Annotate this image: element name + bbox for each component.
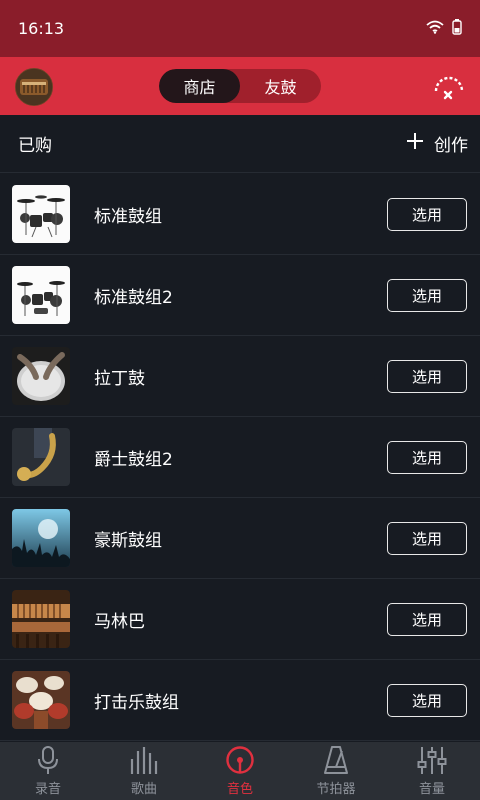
percussion-thumbnail: [12, 671, 70, 729]
nav-label: 音量: [418, 782, 445, 797]
equalizer-bars-icon: [124, 744, 164, 776]
item-name: 标准鼓组2: [94, 287, 173, 308]
tone-dial-icon: [220, 744, 260, 776]
nav-label: 录音: [34, 782, 61, 797]
section-title: 已购: [18, 136, 52, 156]
list-item: 拉丁鼓 选用: [0, 336, 480, 417]
select-button[interactable]: 选用: [387, 440, 467, 474]
drum-kit-thumbnail: [12, 266, 70, 324]
metronome-icon: [316, 744, 356, 776]
item-name: 打击乐鼓组: [94, 692, 179, 713]
plus-icon: [406, 132, 424, 155]
bottom-nav: 录音 歌曲 音色 节拍器 音量: [0, 742, 480, 800]
list-item: 马林巴 选用: [0, 579, 480, 660]
select-button[interactable]: 选用: [387, 359, 467, 393]
select-button[interactable]: 选用: [387, 683, 467, 717]
item-name: 爵士鼓组2: [94, 449, 173, 470]
select-button[interactable]: 选用: [387, 278, 467, 312]
item-name: 马林巴: [94, 611, 145, 632]
list-item: 标准鼓组2 选用: [0, 255, 480, 336]
status-bar: 16:13: [0, 0, 480, 57]
nav-tones[interactable]: 音色: [192, 742, 288, 800]
tab-store[interactable]: 商店: [159, 69, 240, 103]
gauge-close-icon[interactable]: [432, 69, 466, 103]
item-name: 拉丁鼓: [94, 368, 145, 389]
nav-label: 节拍器: [316, 782, 356, 797]
select-button[interactable]: 选用: [387, 602, 467, 636]
top-header: 商店 友鼓: [0, 57, 480, 115]
microphone-icon: [28, 744, 68, 776]
nav-record[interactable]: 录音: [0, 742, 96, 800]
drum-kit-thumbnail: [12, 185, 70, 243]
create-button[interactable]: 创作: [406, 131, 468, 156]
nav-label: 音色: [226, 782, 253, 797]
mixer-sliders-icon: [412, 744, 452, 776]
create-label: 创作: [434, 136, 468, 156]
drum-kit-list: 标准鼓组 选用 标准鼓组2 选用 拉丁鼓 选用 爵士鼓组2 选用 豪斯鼓组 选用…: [0, 174, 480, 742]
store-tab-switch: 商店 友鼓: [159, 69, 321, 103]
wifi-icon: [426, 19, 444, 38]
nav-songs[interactable]: 歌曲: [96, 742, 192, 800]
item-name: 豪斯鼓组: [94, 530, 162, 551]
nav-metronome[interactable]: 节拍器: [288, 742, 384, 800]
select-button[interactable]: 选用: [387, 197, 467, 231]
list-item: 爵士鼓组2 选用: [0, 417, 480, 498]
avatar[interactable]: [15, 68, 53, 106]
nav-label: 歌曲: [130, 782, 157, 797]
item-name: 标准鼓组: [94, 206, 162, 227]
select-button[interactable]: 选用: [387, 521, 467, 555]
list-item: 豪斯鼓组 选用: [0, 498, 480, 579]
tab-friends-drum[interactable]: 友鼓: [240, 69, 321, 103]
status-time: 16:13: [18, 19, 65, 38]
battery-icon: [452, 18, 462, 39]
list-item: 打击乐鼓组 选用: [0, 660, 480, 741]
nav-volume[interactable]: 音量: [384, 742, 480, 800]
purchased-header: 已购 创作: [0, 115, 480, 173]
latin-drum-thumbnail: [12, 347, 70, 405]
list-item: 标准鼓组 选用: [0, 174, 480, 255]
house-concert-thumbnail: [12, 509, 70, 567]
jazz-sax-thumbnail: [12, 428, 70, 486]
marimba-thumbnail: [12, 590, 70, 648]
